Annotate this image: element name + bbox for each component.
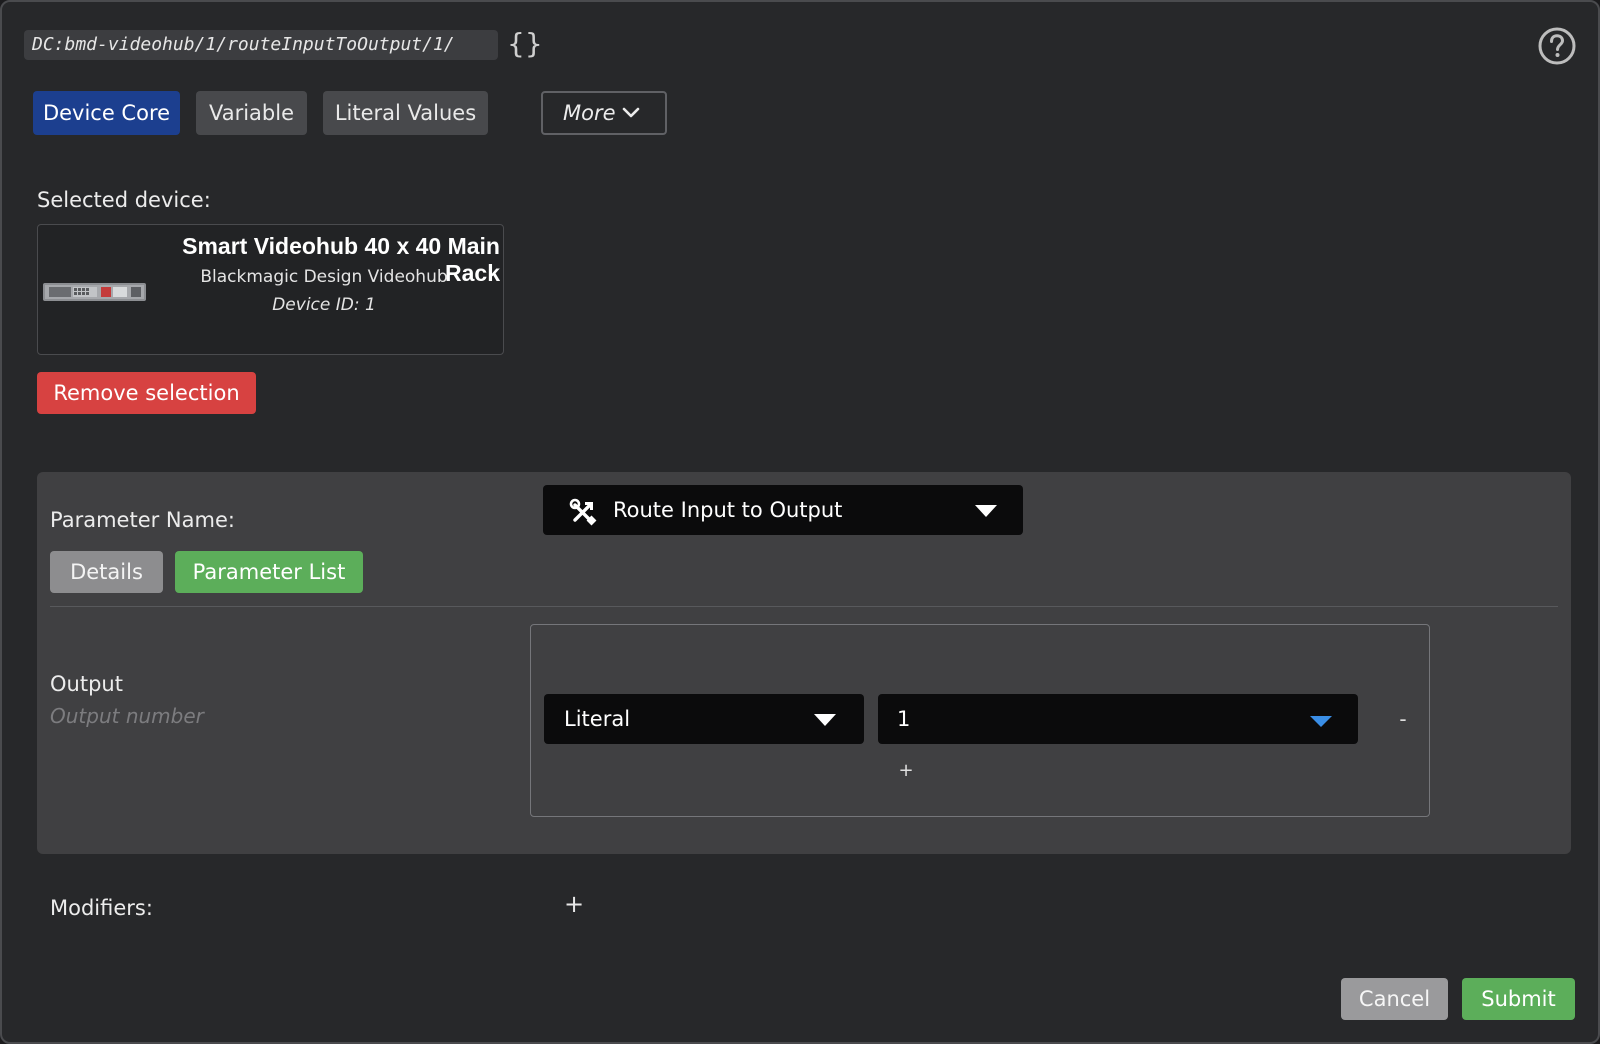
device-model: Blackmagic Design Videohub xyxy=(200,267,448,287)
path-display[interactable]: DC:bmd-videohub/1/routeInputToOutput/1/ xyxy=(24,30,498,60)
caret-down-icon xyxy=(814,714,836,726)
tab-more-label: More xyxy=(563,101,616,125)
remove-selection-button[interactable]: Remove selection xyxy=(37,372,256,414)
parameter-panel: Parameter Name: Route Input to Output De… xyxy=(37,472,1571,854)
question-circle-icon[interactable] xyxy=(1537,26,1577,66)
value-type-select[interactable]: Literal xyxy=(544,694,864,744)
parameter-select-value: Route Input to Output xyxy=(613,498,843,522)
details-button[interactable]: Details xyxy=(50,551,163,593)
submit-button[interactable]: Submit xyxy=(1462,978,1575,1020)
parameter-select[interactable]: Route Input to Output xyxy=(543,485,1023,535)
tab-variable[interactable]: Variable xyxy=(196,91,307,135)
parameter-name-label: Parameter Name: xyxy=(50,508,235,532)
braces-button[interactable]: {} xyxy=(507,24,543,64)
add-modifier-button[interactable]: + xyxy=(562,890,586,918)
tab-more[interactable]: More xyxy=(541,91,667,135)
cancel-button[interactable]: Cancel xyxy=(1341,978,1448,1020)
caret-down-icon xyxy=(1310,716,1332,727)
output-value-select[interactable]: 1 xyxy=(878,694,1358,744)
modifiers-label: Modifiers: xyxy=(50,896,153,920)
output-value-box: Literal 1 - + xyxy=(530,624,1430,817)
value-type-text: Literal xyxy=(564,707,631,731)
output-label: Output xyxy=(50,672,123,696)
tab-device-core[interactable]: Device Core xyxy=(33,91,180,135)
output-help-text: Output number xyxy=(50,704,204,728)
output-value-text: 1 xyxy=(897,707,911,731)
add-value-button[interactable]: + xyxy=(896,759,916,783)
divider xyxy=(50,606,1558,607)
device-id: Device ID: 1 xyxy=(272,295,376,315)
device-card: Smart Videohub 40 x 40 Main Rack Blackma… xyxy=(37,224,504,355)
chevron-down-icon xyxy=(622,107,640,118)
selected-device-label: Selected device: xyxy=(37,188,211,212)
tab-literal-values[interactable]: Literal Values xyxy=(323,91,488,135)
rack-device-icon xyxy=(43,283,146,301)
remove-value-button[interactable]: - xyxy=(1393,705,1413,733)
parameter-list-button[interactable]: Parameter List xyxy=(175,551,363,593)
dialog: DC:bmd-videohub/1/routeInputToOutput/1/ … xyxy=(0,0,1600,1044)
tools-icon xyxy=(569,498,597,526)
caret-down-icon xyxy=(975,505,997,517)
